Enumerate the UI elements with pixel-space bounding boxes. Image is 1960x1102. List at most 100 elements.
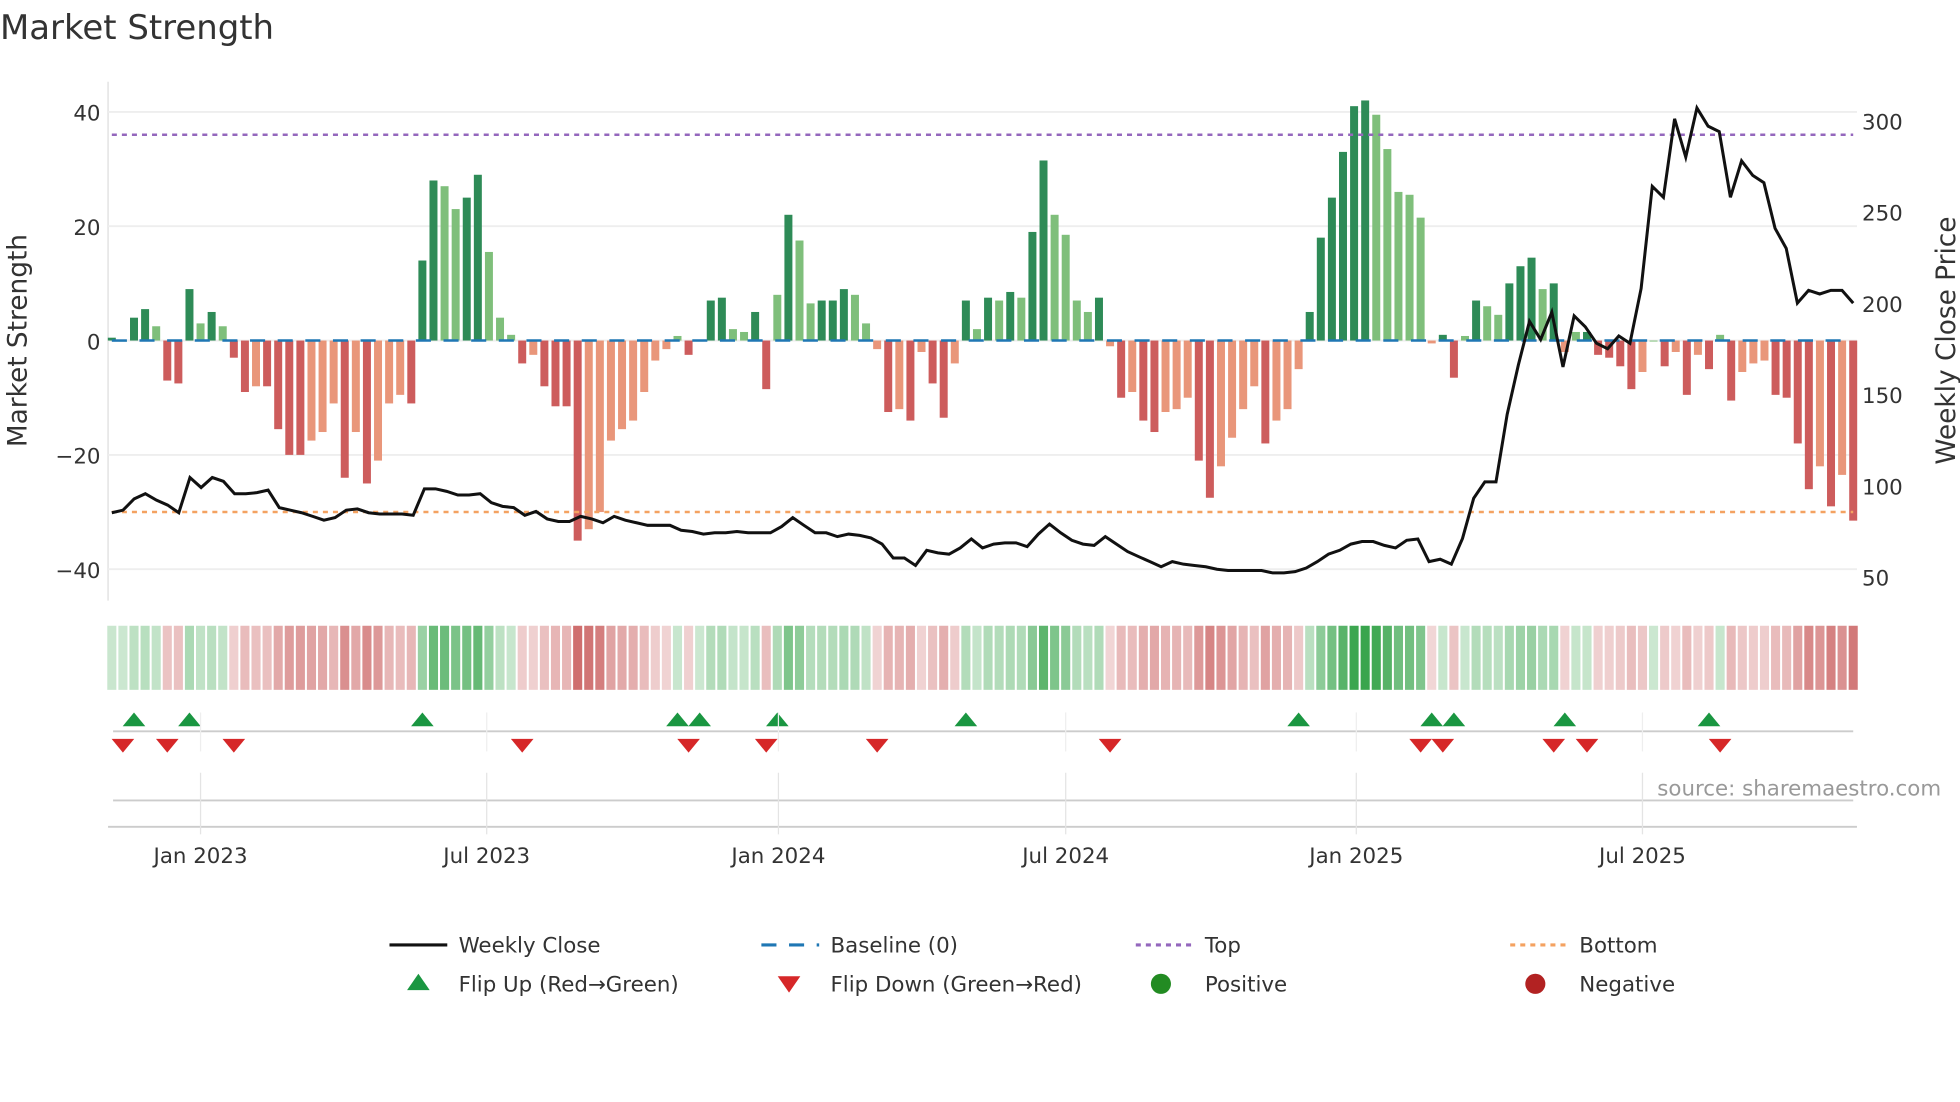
strength-bar [1039,160,1048,341]
heat-cell [617,625,627,690]
legend-baseline-0-label: Baseline (0) [830,933,958,958]
strength-bar [1815,340,1824,467]
strength-bar [396,340,405,395]
heat-cell [118,625,128,690]
legend-flip-up-red-green-swatch [407,973,430,991]
x-tick-label: Jul 2024 [1020,844,1109,869]
flip-down-marker [111,738,135,753]
strength-bar [562,340,571,407]
heat-cell [1027,625,1037,690]
heat-cell [828,625,838,690]
y-tick-label: −20 [55,445,100,470]
strength-bar [1117,340,1126,398]
heat-cell [184,625,195,690]
flip-down-marker [677,738,700,753]
heat-cell [1349,625,1359,690]
heat-cell [783,625,793,690]
heat-cell [1172,625,1182,690]
heat-cell [872,625,882,690]
heat-cell [428,625,439,690]
strength-bar [229,340,238,358]
strength-bar [1738,340,1747,372]
strength-bar [1649,340,1658,342]
legend-positive-label: Positive [1205,972,1287,997]
flip-down-marker [865,738,889,753]
heat-cell [1127,625,1137,690]
y2-tick-label: 300 [1862,110,1903,135]
heat-cell [440,625,450,690]
heat-cell [661,625,671,690]
heat-cell [1804,625,1814,690]
heat-cell [329,625,339,690]
flip-down-marker [510,738,534,753]
heat-cell [1538,625,1548,690]
heat-cell [717,625,727,690]
strength-bar [629,340,638,421]
heat-cell [728,625,738,690]
strength-bar [1161,340,1170,413]
strength-bar [828,300,837,341]
strength-bar [418,260,427,341]
heat-cell [1782,625,1792,690]
heat-cell [1271,625,1281,690]
legend-bottom-label: Bottom [1579,933,1657,958]
strength-bar [784,214,793,341]
legend-negative-swatch [1525,973,1546,994]
legend-top-label: Top [1204,933,1241,958]
strength-bar [1827,340,1836,507]
strength-bar [640,340,649,393]
heat-cell [373,625,383,690]
heat-cell [1016,625,1026,690]
heat-cell [1238,625,1248,690]
heat-cell [1471,625,1481,690]
heat-cell [972,625,982,690]
strength-bar [618,340,627,430]
heat-cell [1227,625,1237,690]
strength-bar [584,340,593,530]
strength-bar [407,340,416,404]
strength-bar [429,180,438,341]
strength-bar [839,289,848,341]
strength-bar [274,340,283,430]
heat-cell [1682,625,1692,690]
strength-bar [1394,191,1403,341]
strength-bar [1771,340,1780,395]
heat-cell [417,625,427,690]
flip-up-marker [178,712,201,727]
heat-cell [173,625,183,690]
heat-cell [1327,625,1337,690]
heat-cell [650,625,660,690]
flip-down-marker [1409,738,1432,753]
heat-cell [1571,625,1581,690]
strength-bar [1660,340,1669,367]
heat-cell [240,625,250,690]
heat-cell [839,625,849,690]
heat-cell [1593,625,1603,690]
heat-cell [639,625,649,690]
strength-bar [1050,214,1059,341]
strength-bar [218,326,227,341]
heat-cell [1061,625,1071,690]
strength-bar [1205,340,1214,498]
strength-bar [340,340,349,478]
heat-cell [140,625,150,690]
heat-cell [761,625,771,690]
heat-cell [1282,625,1293,690]
heat-cell [107,625,117,690]
flip-up-marker [1420,712,1444,727]
strength-bar [950,340,959,364]
heat-cell [817,625,827,690]
flip-down-marker [155,738,179,753]
x-tick-label: Jan 2025 [1307,844,1403,869]
strength-bar [717,297,726,341]
strength-bar [196,323,205,341]
heat-cell [1038,625,1049,690]
strength-bar [1338,151,1347,341]
flip-up-marker [688,712,711,727]
heat-cell [1793,625,1803,690]
strength-bar [795,240,804,341]
heat-cell [1083,625,1093,690]
heat-cell [406,625,416,690]
y-tick-label: 40 [73,102,100,127]
strength-bar [174,340,183,384]
